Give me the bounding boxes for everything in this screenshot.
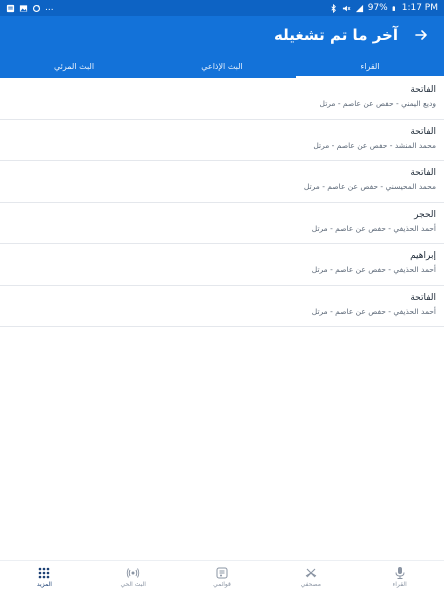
surah-name: إبراهيم (410, 251, 436, 261)
more-grid-icon (39, 567, 50, 578)
tab-video-broadcast[interactable]: البث المرئي (0, 54, 148, 78)
page-title: آخر ما تم تشغيله (274, 26, 398, 44)
recent-list: الفاتحة وديع اليمني - حفص عن عاصم - مرتل… (0, 78, 444, 327)
tab-bar: القراء البث الإذاعي البث المرئي (0, 54, 444, 78)
surah-name: الفاتحة (410, 292, 436, 303)
tab-radio-broadcast[interactable]: البث الإذاعي (148, 54, 296, 78)
list-item[interactable]: الحجر أحمد الحذيفي - حفص عن عاصم - مرتل (0, 202, 444, 244)
back-button[interactable] (412, 26, 430, 44)
bottom-navigation: القراء مصحفي قوائمي البث الحي المزيد (0, 560, 444, 592)
mute-icon (342, 5, 351, 11)
list-item[interactable]: الفاتحة وديع اليمني - حفص عن عاصم - مرتل (0, 78, 444, 120)
reciter-details: محمد المنشد - حفص عن عاصم - مرتل (313, 140, 436, 150)
notification-icon (6, 4, 15, 12)
nav-my-lists[interactable]: قوائمي (178, 561, 267, 592)
sync-icon (32, 4, 41, 12)
signal-icon (355, 4, 363, 12)
list-item[interactable]: إبراهيم أحمد الحذيفي - حفص عن عاصم - مرت… (0, 244, 444, 286)
bluetooth-icon (331, 3, 336, 13)
reciter-details: أحمد الحذيفي - حفص عن عاصم - مرتل (311, 265, 436, 274)
reciter-details: وديع اليمني - حفص عن عاصم - مرتل (319, 99, 436, 108)
arrow-back-icon (415, 30, 427, 40)
status-more-text: ... (45, 3, 54, 13)
list-item[interactable]: الفاتحة محمد المنشد - حفص عن عاصم - مرتل (0, 119, 444, 161)
battery-icon (392, 5, 395, 11)
microphone-icon (395, 566, 405, 579)
image-icon (19, 4, 28, 12)
nav-more[interactable]: المزيد (0, 561, 89, 592)
nav-reciters[interactable]: القراء (355, 561, 444, 592)
nav-label: البث الحي (120, 580, 146, 588)
surah-name: الفاتحة (410, 168, 436, 178)
nav-my-mushaf[interactable]: مصحفي (266, 561, 355, 592)
nav-label: المزيد (36, 580, 52, 588)
surah-name: الفاتحة (410, 85, 436, 95)
nav-label: قوائمي (213, 580, 231, 588)
nav-live-broadcast[interactable]: البث الحي (89, 561, 178, 592)
playlist-icon (216, 567, 228, 578)
list-item[interactable]: الفاتحة أحمد الحذيفي - حفص عن عاصم - مرت… (0, 285, 444, 327)
app-bar: آخر ما تم تشغيله (0, 16, 444, 54)
live-broadcast-icon (127, 567, 140, 578)
reciter-details: أحمد الحذيفي - حفص عن عاصم - مرتل (311, 223, 436, 233)
nav-label: مصحفي (300, 580, 321, 588)
reciter-details: أحمد الحذيفي - حفص عن عاصم - مرتل (311, 306, 436, 316)
quran-icon (305, 568, 317, 577)
nav-label: القراء (392, 580, 407, 588)
status-bar: ... 97% 1:17 PM (0, 0, 444, 16)
reciter-details: محمد المحيسني - حفص عن عاصم - مرتل (303, 182, 436, 191)
surah-name: الحجر (414, 209, 436, 220)
list-item[interactable]: الفاتحة محمد المحيسني - حفص عن عاصم - مر… (0, 161, 444, 203)
battery-percent: 97% (367, 3, 388, 13)
status-time: 1:17 PM (401, 3, 438, 13)
surah-name: الفاتحة (410, 126, 436, 137)
tab-reciters[interactable]: القراء (296, 54, 444, 78)
